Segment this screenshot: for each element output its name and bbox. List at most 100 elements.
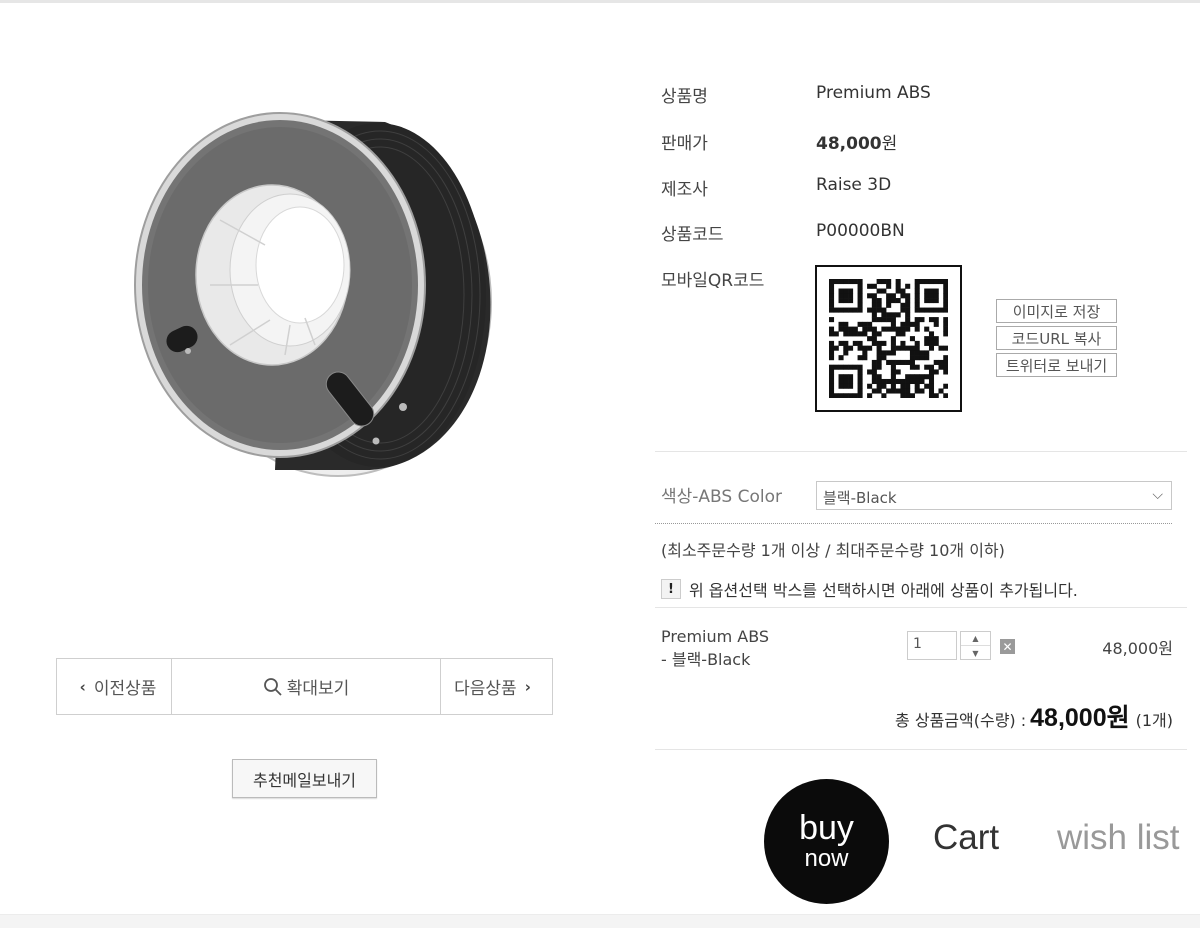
top-border: [0, 0, 1200, 3]
qr-module: [881, 393, 887, 399]
qr-module: [890, 359, 896, 365]
qr-module: [871, 283, 877, 289]
qr-module: [829, 326, 835, 332]
qr-module: [895, 326, 901, 332]
qr-module: [914, 388, 920, 394]
qr-module: [890, 326, 896, 332]
qr-module: [886, 302, 892, 308]
qr-module: [933, 298, 939, 304]
qr-module: [938, 388, 944, 394]
qr-module: [829, 283, 835, 289]
qr-module: [924, 293, 930, 299]
qr-module: [943, 288, 949, 294]
qr-module: [909, 393, 915, 399]
qr-module: [890, 388, 896, 394]
qr-code: [815, 265, 962, 412]
quantity-up-button[interactable]: ▲: [961, 632, 990, 646]
product-name-label: 상품명: [661, 87, 708, 107]
copy-code-url-button[interactable]: 코드URL 복사: [996, 326, 1117, 350]
qr-module: [838, 288, 844, 294]
qr-module: [900, 331, 906, 337]
wish-list-button[interactable]: wish list: [1057, 818, 1180, 858]
qr-module: [924, 279, 930, 285]
line-item-name: Premium ABS - 블랙-Black: [661, 625, 769, 671]
qr-module: [928, 317, 935, 323]
qr-module: [890, 293, 896, 299]
qr-module: [928, 378, 935, 385]
price-label: 판매가: [661, 134, 708, 154]
qr-module: [857, 383, 863, 389]
qr-module: [886, 359, 892, 365]
qr-module: [881, 350, 887, 356]
qr-module: [928, 393, 935, 399]
quantity-down-button[interactable]: ▼: [961, 646, 990, 660]
qr-module: [895, 331, 901, 337]
quantity-input[interactable]: 1: [907, 631, 957, 660]
recommend-mail-button[interactable]: 추천메일보내기: [232, 759, 377, 798]
qr-module: [829, 393, 835, 399]
qr-module: [843, 350, 849, 356]
image-nav-bar: ‹ 이전상품 확대보기 다음상품 ›: [56, 658, 553, 715]
qr-module: [900, 378, 906, 385]
qr-module: [876, 359, 882, 365]
send-twitter-button[interactable]: 트위터로 보내기: [996, 353, 1117, 377]
qr-module: [924, 288, 930, 294]
qr-module: [943, 331, 949, 337]
qr-module: [909, 359, 915, 365]
qr-module: [933, 317, 939, 323]
prev-product-button[interactable]: ‹ 이전상품: [57, 659, 172, 714]
qr-module: [867, 326, 873, 332]
qr-module: [843, 340, 849, 346]
qr-module: [867, 345, 873, 351]
qr-module: [843, 393, 849, 399]
qr-module: [890, 369, 896, 375]
next-product-button[interactable]: 다음상품 ›: [441, 659, 552, 714]
qr-module: [928, 331, 935, 337]
qr-module: [857, 388, 863, 394]
qr-module: [829, 364, 835, 370]
qr-module: [838, 326, 844, 332]
qr-module: [857, 288, 863, 294]
qr-module: [867, 383, 873, 389]
maker-label: 제조사: [661, 180, 708, 200]
qr-module: [900, 288, 906, 294]
qr-module: [881, 312, 887, 318]
qr-module: [914, 378, 920, 385]
qr-module: [895, 388, 901, 394]
qr-module: [919, 350, 925, 356]
qr-module: [905, 312, 911, 318]
qr-module: [905, 393, 911, 399]
qr-module: [943, 293, 949, 299]
qr-module: [895, 298, 901, 304]
qr-module: [843, 364, 849, 370]
qr-module: [848, 331, 854, 337]
qr-module: [943, 279, 949, 285]
qr-module: [862, 321, 868, 327]
qr-module: [857, 355, 863, 361]
product-code-value: P00000BN: [816, 221, 905, 241]
next-product-label: 다음상품: [454, 679, 517, 699]
zoom-button[interactable]: 확대보기: [172, 659, 441, 714]
qr-module: [886, 293, 892, 299]
save-image-button[interactable]: 이미지로 저장: [996, 299, 1117, 323]
qr-module: [900, 383, 906, 389]
qr-module: [895, 345, 901, 351]
qr-module: [914, 383, 920, 389]
qr-module: [852, 326, 858, 332]
qr-module: [909, 378, 915, 385]
qr-module: [876, 302, 882, 308]
buy-now-button[interactable]: buy now: [764, 779, 889, 904]
qr-module: [905, 283, 911, 289]
qr-module: [857, 378, 863, 385]
qr-module: [909, 321, 915, 327]
qr-module: [843, 288, 849, 294]
qr-module: [895, 359, 901, 365]
color-option-select[interactable]: 블랙-Black ⌵: [816, 481, 1172, 510]
qr-module: [928, 336, 935, 342]
qr-module: [895, 369, 901, 375]
qr-module: [848, 293, 854, 299]
remove-item-button[interactable]: ✕: [1000, 639, 1015, 654]
cart-button[interactable]: Cart: [933, 818, 999, 858]
qr-module: [843, 307, 849, 313]
qr-module: [890, 336, 896, 342]
